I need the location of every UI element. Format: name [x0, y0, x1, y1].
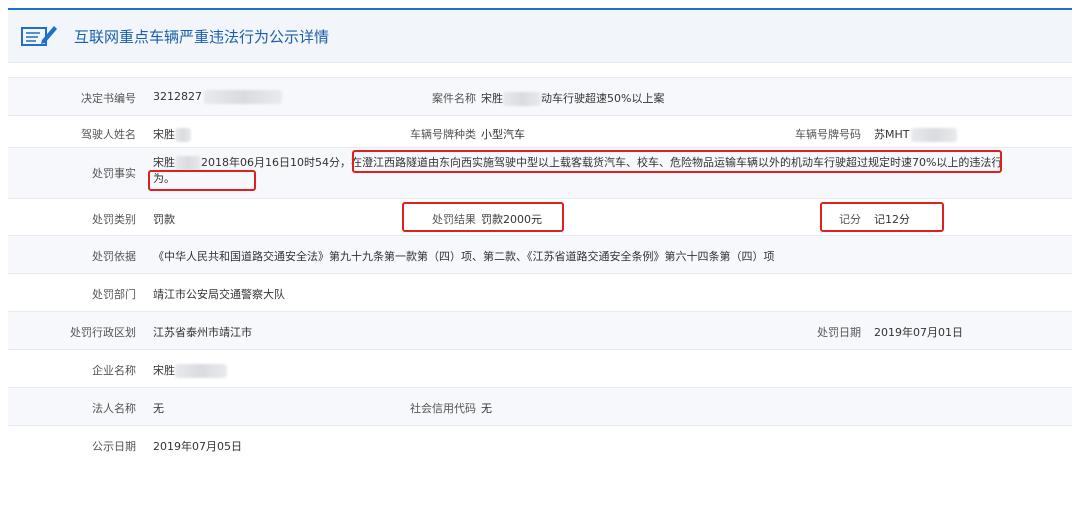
- row-facts: 处罚事实 宋胜 2018年06月16日10时54分，在澄江西路隧道由东向西实施驾驶…: [8, 147, 1072, 198]
- company-label: 企业名称: [92, 364, 136, 377]
- region-value: 江苏省泰州市靖江市: [153, 326, 252, 339]
- penalty-date-label: 处罚日期: [817, 326, 861, 339]
- row-decision: 决定书编号 3212827 案件名称 宋胜 动车行驶超速50%以上案: [8, 77, 1072, 115]
- row-publish: 公示日期 2019年07月05日: [8, 425, 1072, 463]
- penalty-date-value: 2019年07月01日: [874, 326, 963, 339]
- legal-person-label: 法人名称: [92, 402, 136, 415]
- department-label: 处罚部门: [92, 288, 136, 301]
- basis-label: 处罚依据: [92, 250, 136, 263]
- case-name-value: 宋胜 动车行驶超速50%以上案: [481, 92, 665, 106]
- case-name-label: 案件名称: [432, 92, 476, 105]
- penalty-type-label: 处罚类别: [92, 213, 136, 226]
- driver-name-value: 宋胜: [153, 126, 191, 142]
- publish-date-value: 2019年07月05日: [153, 440, 242, 453]
- row-basis: 处罚依据 《中华人民共和国道路交通安全法》第九十九条第一款第（四）项、第二款、《…: [8, 235, 1072, 273]
- highlight-facts-line2: [148, 170, 256, 191]
- highlight-penalty-result: [402, 202, 564, 232]
- basis-value: 《中华人民共和国道路交通安全法》第九十九条第一款第（四）项、第二款、《江苏省道路…: [153, 250, 775, 263]
- row-driver: 驾驶人姓名 宋胜 车辆号牌种类 小型汽车 车辆号牌号码 苏MHT: [8, 115, 1072, 147]
- facts-label: 处罚事实: [92, 167, 136, 180]
- driver-name-label: 驾驶人姓名: [81, 128, 136, 141]
- detail-table: 决定书编号 3212827 案件名称 宋胜 动车行驶超速50%以上案 驾驶人姓名 …: [8, 77, 1072, 463]
- publish-date-label: 公示日期: [92, 440, 136, 453]
- region-label: 处罚行政区划: [70, 326, 136, 339]
- document-edit-icon: [21, 26, 57, 46]
- row-company: 企业名称 宋胜: [8, 349, 1072, 387]
- row-penalty: 处罚类别 罚款 处罚结果 罚款2000元 记分 记12分: [8, 198, 1072, 235]
- plate-type-value: 小型汽车: [481, 128, 525, 141]
- plate-no-label: 车辆号牌号码: [795, 128, 861, 141]
- legal-person-value: 无: [153, 402, 164, 415]
- row-legal: 法人名称 无 社会信用代码 无: [8, 387, 1072, 425]
- credit-code-value: 无: [481, 402, 492, 415]
- row-department: 处罚部门 靖江市公安局交通警察大队: [8, 273, 1072, 311]
- page-title: 互联网重点车辆严重违法行为公示详情: [74, 28, 330, 46]
- highlight-facts-line1: [352, 150, 1002, 173]
- penalty-type-value: 罚款: [153, 213, 175, 226]
- department-value: 靖江市公安局交通警察大队: [153, 288, 285, 301]
- decision-no-value: 3212827: [153, 90, 282, 104]
- plate-no-value: 苏MHT: [874, 126, 958, 142]
- decision-no-label: 决定书编号: [81, 92, 136, 105]
- page-header: 互联网重点车辆严重违法行为公示详情: [8, 10, 1072, 63]
- row-region: 处罚行政区划 江苏省泰州市靖江市 处罚日期 2019年07月01日: [8, 311, 1072, 349]
- highlight-points: [820, 202, 944, 232]
- plate-type-label: 车辆号牌种类: [410, 128, 476, 141]
- credit-code-label: 社会信用代码: [410, 402, 476, 415]
- company-value: 宋胜: [153, 362, 227, 378]
